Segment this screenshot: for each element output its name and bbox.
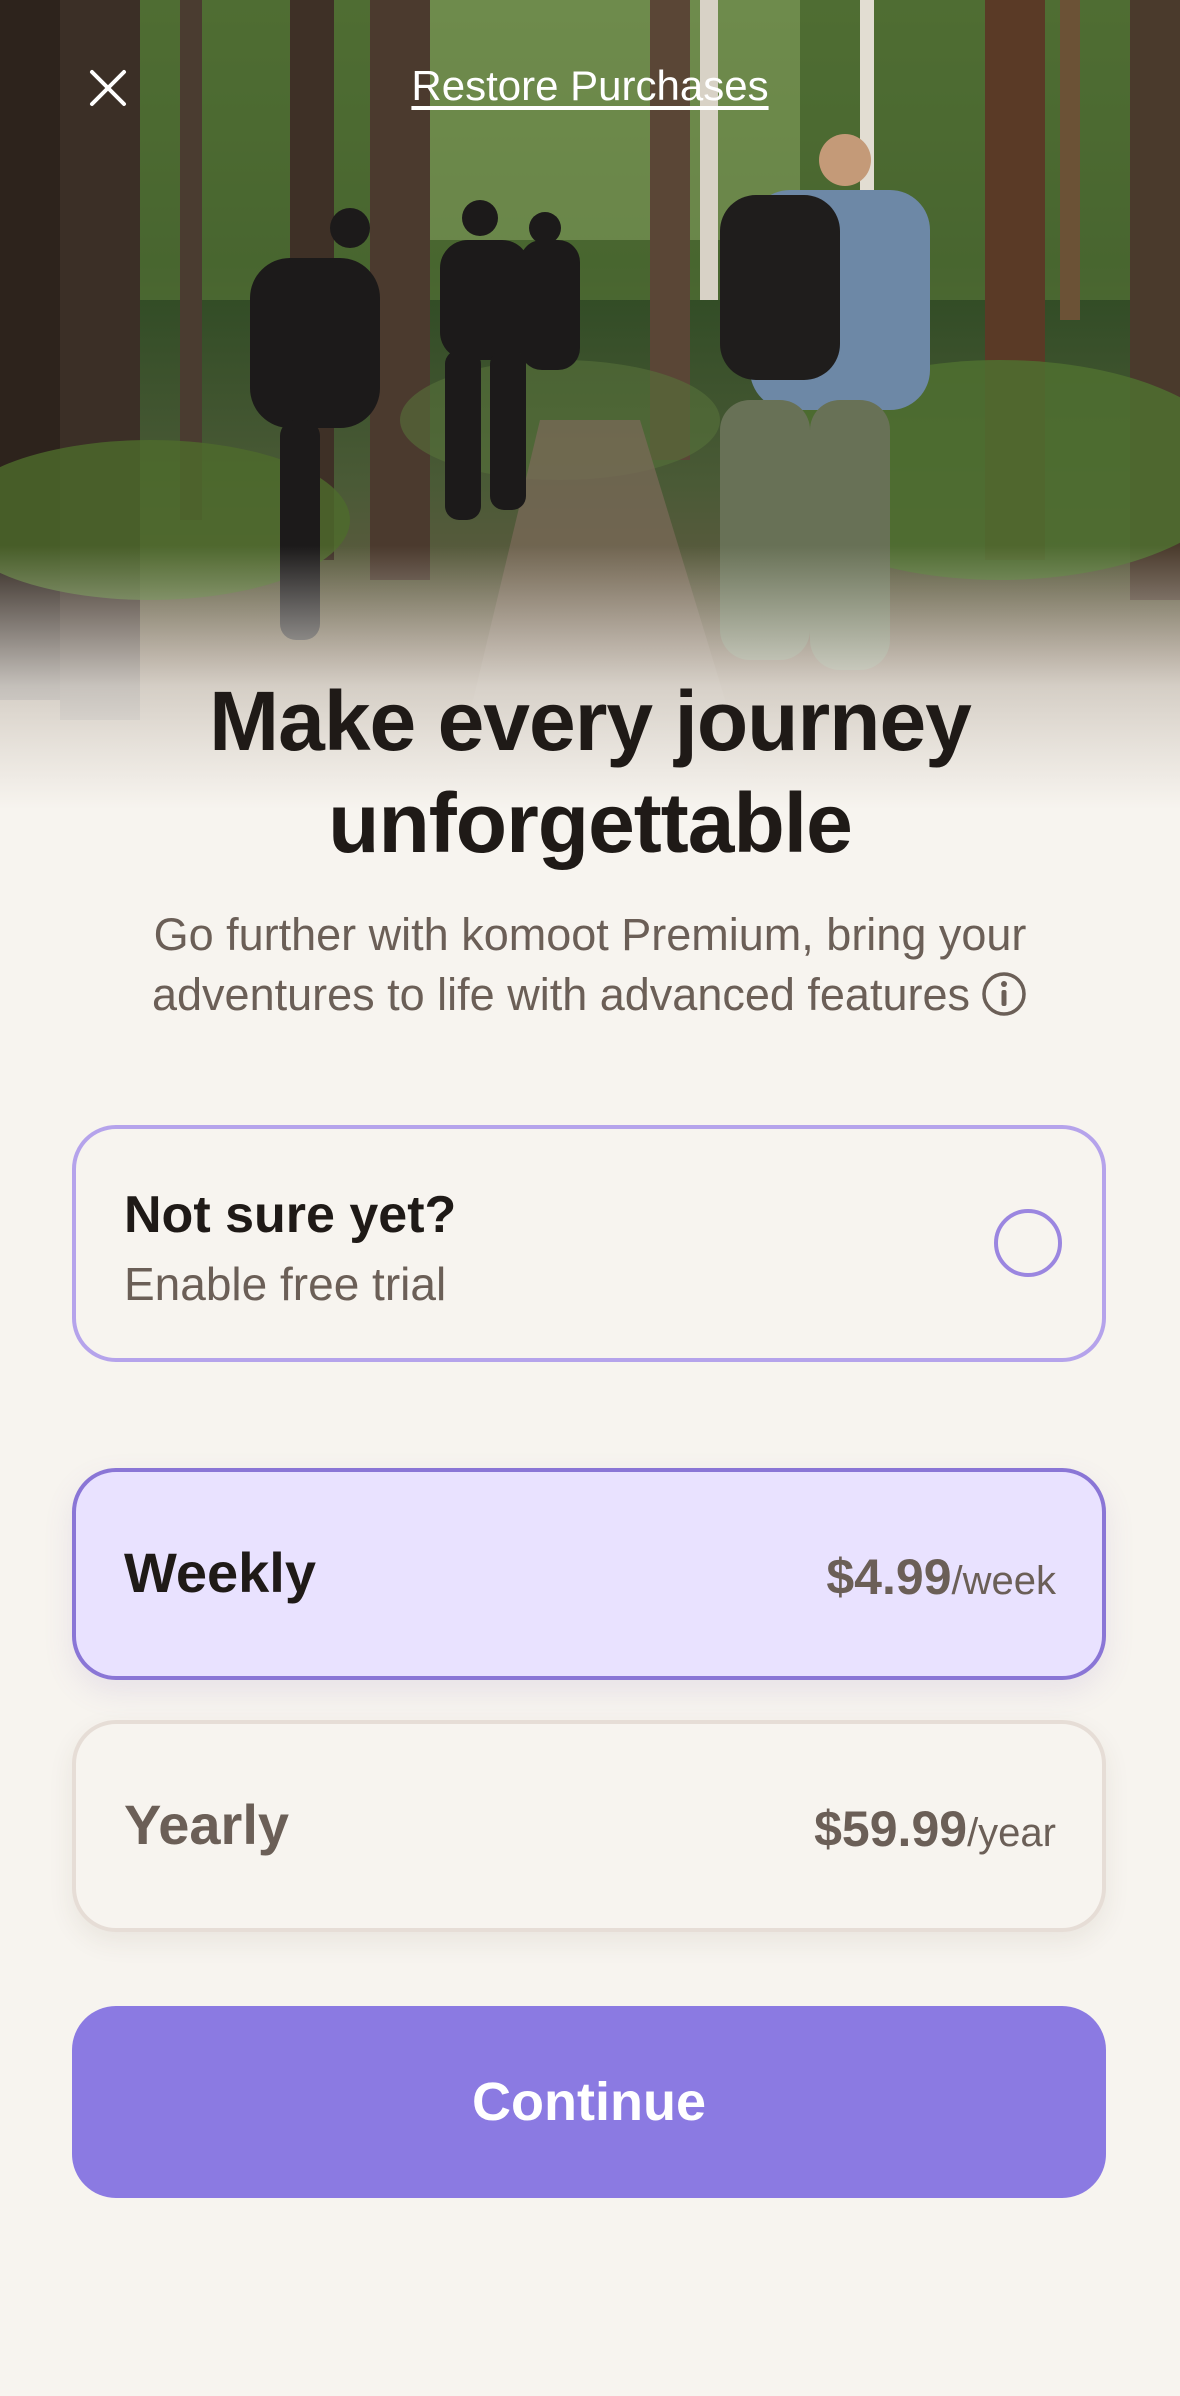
info-icon[interactable] xyxy=(980,970,1028,1033)
plan-option-weekly[interactable]: Weekly $4.99/week xyxy=(72,1468,1106,1680)
plan-option-yearly[interactable]: Yearly $59.99/year xyxy=(72,1720,1106,1932)
page-subtitle: Go further with komoot Premium, bring yo… xyxy=(90,905,1090,1033)
free-trial-card[interactable]: Not sure yet? Enable free trial xyxy=(72,1125,1106,1362)
plan-price: $4.99/week xyxy=(826,1548,1056,1606)
plan-price-amount: $4.99 xyxy=(826,1549,952,1605)
plan-name: Weekly xyxy=(124,1541,316,1604)
subtitle-text: Go further with komoot Premium, bring yo… xyxy=(152,909,1027,1020)
restore-purchases-link[interactable]: Restore Purchases xyxy=(0,62,1180,110)
trial-subtitle: Enable free trial xyxy=(124,1258,447,1310)
plan-price-amount: $59.99 xyxy=(814,1801,968,1857)
plan-price-period: /year xyxy=(967,1811,1056,1855)
trial-title: Not sure yet? xyxy=(124,1186,457,1244)
page-title: Make every journey unforgettable xyxy=(209,674,972,870)
continue-button[interactable]: Continue xyxy=(72,2006,1106,2198)
plan-name: Yearly xyxy=(124,1793,290,1856)
trial-radio[interactable] xyxy=(994,1209,1062,1277)
plan-price-period: /week xyxy=(951,1559,1057,1603)
plan-price: $59.99/year xyxy=(814,1800,1056,1858)
